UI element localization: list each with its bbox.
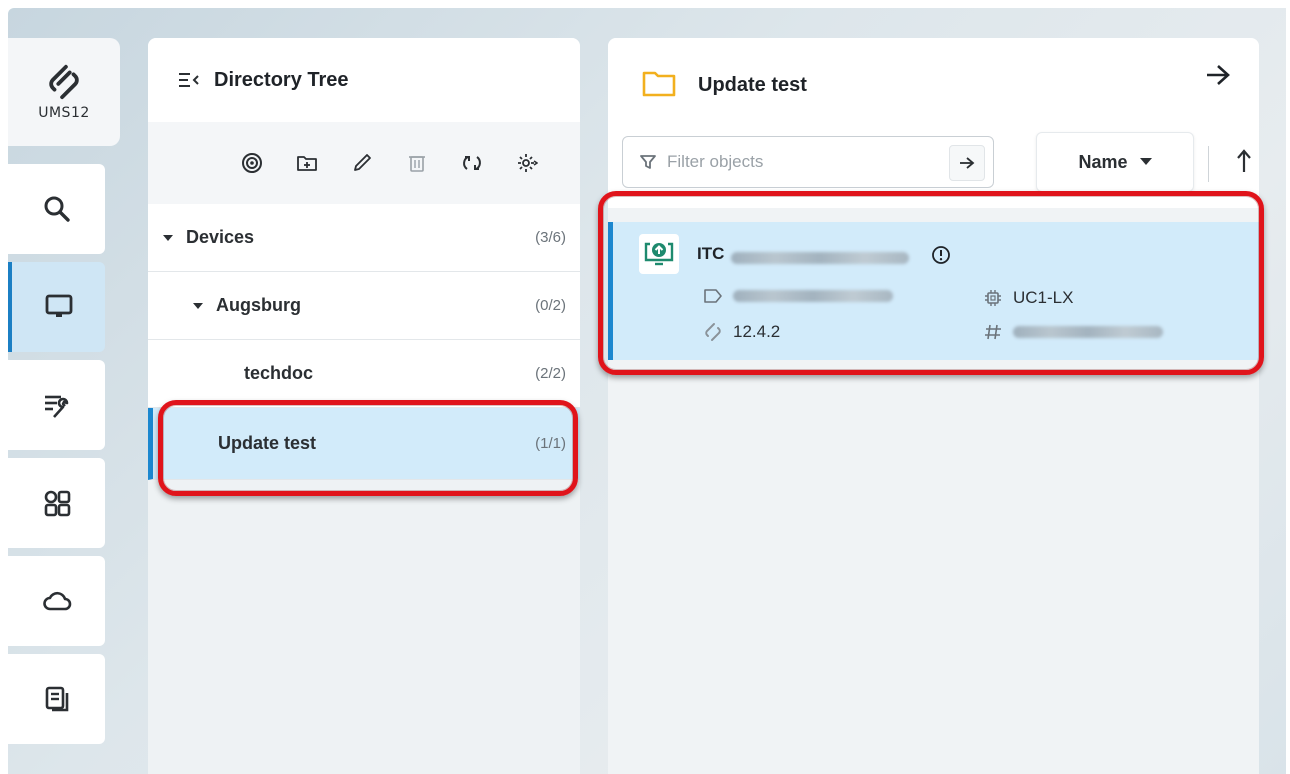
- tree-settings-button[interactable]: [499, 148, 554, 178]
- directory-tree-panel: Directory Tree Devices (3/6) Augsburg (0…: [148, 38, 580, 774]
- list-wrench-icon: [44, 395, 68, 418]
- rail-logs-button[interactable]: [8, 654, 105, 744]
- rail-apps-button[interactable]: [8, 458, 105, 548]
- sort-ascending-icon[interactable]: [1236, 148, 1252, 174]
- chip-icon: [985, 290, 1001, 306]
- monitor-icon: [45, 294, 72, 317]
- ums-logo-icon: [49, 64, 79, 100]
- new-folder-icon: [296, 156, 317, 171]
- navigation-rail: UMS12: [8, 38, 120, 774]
- tree-node-label: Update test: [218, 433, 317, 453]
- redacted-mac: [733, 290, 893, 302]
- objects-header: Update test: [608, 38, 1259, 122]
- tree-node-count: (1/1): [535, 435, 566, 452]
- refresh-button[interactable]: [444, 148, 499, 178]
- tree-node-devices[interactable]: Devices (3/6): [148, 204, 580, 272]
- document-icon: [45, 686, 68, 712]
- arrow-right-icon[interactable]: [1205, 64, 1231, 86]
- filter-row: Name: [608, 122, 1259, 208]
- device-firmware-row: UC1-LX: [983, 288, 1073, 308]
- rail-devices-button[interactable]: [8, 262, 105, 352]
- device-ip-row: [983, 322, 1163, 342]
- tree-node-count: (0/2): [535, 297, 566, 314]
- target-icon: [241, 153, 262, 173]
- directory-tree-header: Directory Tree: [148, 38, 580, 122]
- caret-down-icon: [1139, 158, 1152, 165]
- filter-funnel-icon: [640, 155, 656, 169]
- collapse-tree-icon[interactable]: [178, 70, 200, 90]
- tree-node-augsburg[interactable]: Augsburg (0/2): [148, 272, 580, 340]
- warning-circle-icon[interactable]: [931, 245, 951, 265]
- hash-icon: [985, 324, 1001, 340]
- tree-node-label: Augsburg: [216, 295, 301, 315]
- settings-gear-icon: [517, 154, 538, 172]
- locate-button[interactable]: [224, 148, 279, 178]
- ums-version-icon: [705, 323, 721, 341]
- divider: [1208, 146, 1209, 182]
- refresh-icon: [462, 156, 481, 170]
- monitor-upload-icon: [644, 242, 674, 266]
- delete-button[interactable]: [389, 148, 444, 178]
- tree-node-label: Devices: [186, 227, 255, 247]
- tag-icon: [704, 289, 722, 303]
- rail-search-button[interactable]: [8, 164, 105, 254]
- search-icon: [44, 196, 70, 222]
- device-list-item[interactable]: ITC 12.4.2 UC1-LX: [608, 222, 1259, 360]
- objects-panel: Update test Name: [608, 38, 1259, 774]
- apps-grid-icon: [44, 490, 70, 517]
- device-firmware: UC1-LX: [1013, 288, 1074, 307]
- arrow-right-icon: [960, 157, 975, 169]
- delete-trash-icon: [408, 156, 425, 172]
- device-mac-row: [703, 288, 893, 304]
- rail-configuration-button[interactable]: [8, 360, 105, 450]
- filter-objects-field[interactable]: [622, 136, 994, 188]
- version-label: UMS12: [38, 105, 90, 121]
- sort-by-button[interactable]: Name: [1036, 132, 1194, 192]
- directory-tree-title: Directory Tree: [214, 68, 349, 91]
- device-version-row: 12.4.2: [703, 322, 780, 342]
- tree-toolbar: [148, 122, 580, 204]
- caret-down-icon[interactable]: [162, 232, 174, 244]
- sort-by-label: Name: [1078, 151, 1128, 172]
- tree-node-count: (2/2): [535, 365, 566, 382]
- edit-pencil-icon: [353, 154, 371, 171]
- tree-node-label: techdoc: [244, 363, 314, 383]
- objects-title: Update test: [698, 73, 807, 96]
- app-background: UMS12 Directory Tree Devices (3/6) Augsb…: [8, 8, 1286, 774]
- tree-node-techdoc[interactable]: techdoc (2/2): [148, 340, 580, 408]
- new-folder-button[interactable]: [279, 148, 334, 178]
- tree-node-update-test[interactable]: Update test (1/1): [148, 408, 580, 480]
- redacted-device-name: [731, 252, 909, 264]
- edit-button[interactable]: [334, 148, 389, 178]
- device-name: ITC: [697, 244, 725, 263]
- device-version: 12.4.2: [733, 322, 781, 341]
- cloud-icon: [42, 591, 71, 611]
- filter-objects-input[interactable]: [667, 152, 917, 172]
- caret-down-icon[interactable]: [192, 300, 204, 312]
- folder-icon: [642, 71, 676, 97]
- rail-cloud-button[interactable]: [8, 556, 105, 646]
- filter-apply-button[interactable]: [949, 145, 985, 181]
- device-update-icon: [639, 234, 679, 274]
- tree-node-count: (3/6): [535, 229, 566, 246]
- brand: UMS12: [8, 38, 120, 146]
- redacted-ip-address: [1013, 326, 1163, 338]
